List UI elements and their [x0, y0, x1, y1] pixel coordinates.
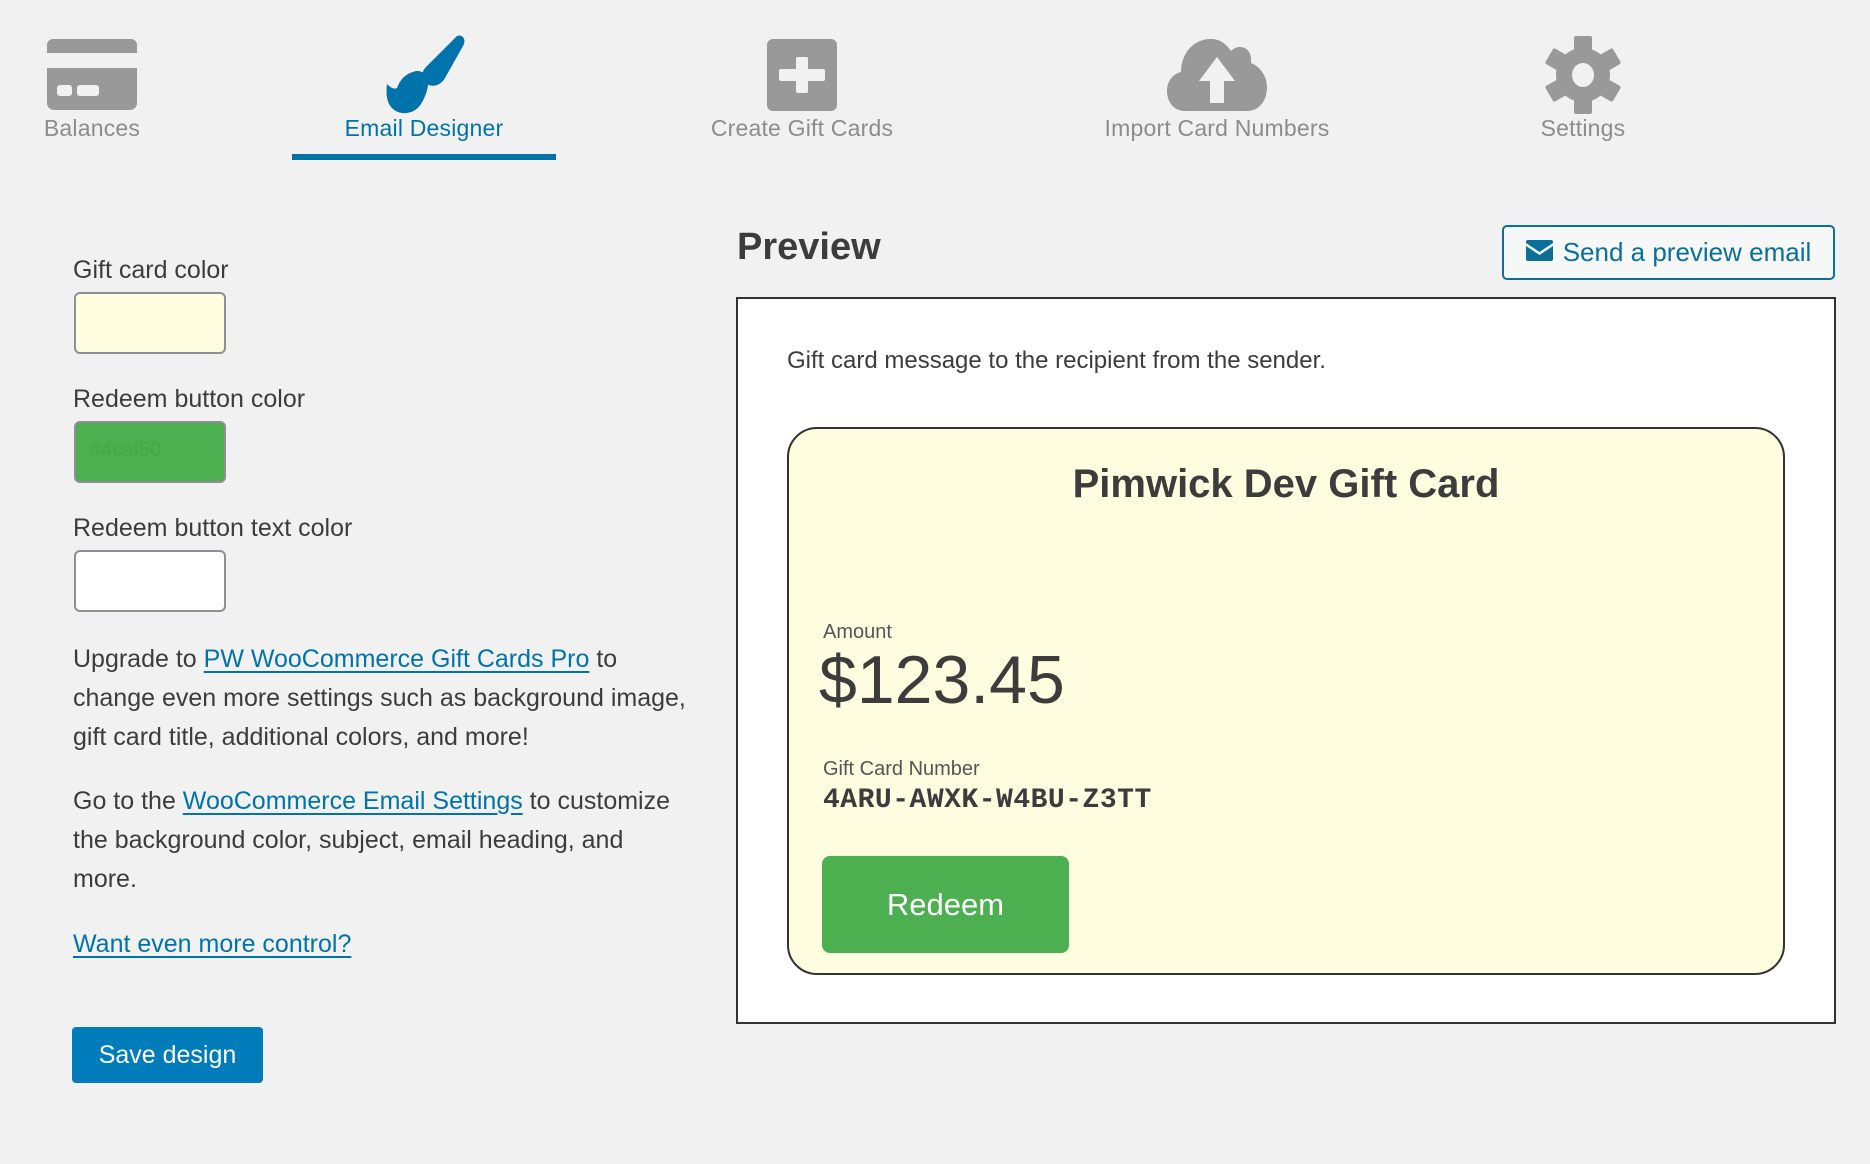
tab-label: Import Card Numbers: [1104, 115, 1330, 141]
color-value: #4caf50: [90, 439, 162, 461]
more-control: Want even more control?: [73, 925, 693, 964]
preview-heading: Preview: [737, 226, 881, 268]
redeem-button-text-color-picker[interactable]: #ffffff: [74, 550, 226, 612]
send-preview-label: Send a preview email: [1562, 237, 1812, 267]
plus-card-icon: [752, 34, 852, 116]
gift-card-number-label: Gift Card Number: [823, 758, 980, 780]
tab-create-gift-cards[interactable]: Create Gift Cards: [652, 30, 952, 170]
active-tab-indicator: [292, 154, 556, 160]
tab-label: Balances: [43, 115, 141, 141]
color-value: #fffde0: [90, 310, 151, 332]
redeem-button-color-label: Redeem button color: [73, 385, 306, 413]
tab-label: Email Designer: [344, 115, 504, 141]
envelope-icon: [1525, 237, 1553, 268]
gift-card-title: Pimwick Dev Gift Card: [1072, 462, 1500, 506]
cloud-upload-icon: [1167, 34, 1267, 116]
send-preview-email-button[interactable]: Send a preview email: [1502, 225, 1835, 280]
gift-card-color-picker[interactable]: #fffde0: [74, 292, 226, 354]
redeem-button-color-picker[interactable]: #4caf50: [74, 421, 226, 483]
email-settings-prefix: Go to the: [73, 787, 183, 815]
pro-upgrade-link[interactable]: PW WooCommerce Gift Cards Pro: [204, 645, 590, 673]
more-control-link[interactable]: Want even more control?: [73, 930, 351, 958]
email-settings-note: Go to the WooCommerce Email Settings to …: [73, 782, 673, 899]
redeem-button[interactable]: Redeem: [822, 856, 1069, 953]
tab-label: Create Gift Cards: [710, 115, 894, 141]
gear-icon: [1533, 34, 1633, 116]
email-settings-link[interactable]: WooCommerce Email Settings: [183, 787, 523, 815]
tab-label: Settings: [1540, 115, 1626, 141]
gift-card-number: 4ARU-AWXK-W4BU-Z3TT: [823, 785, 1152, 816]
upgrade-note: Upgrade to PW WooCommerce Gift Cards Pro…: [73, 640, 703, 757]
tab-email-designer[interactable]: Email Designer: [274, 30, 574, 170]
gift-card-message: Gift card message to the recipient from …: [787, 347, 1326, 374]
save-design-button[interactable]: Save design: [72, 1027, 263, 1083]
amount-value: $123.45: [819, 642, 1065, 718]
credit-card-icon: [42, 34, 142, 116]
gift-card-color-label: Gift card color: [73, 256, 229, 284]
tab-balances[interactable]: Balances: [0, 30, 242, 170]
redeem-button-text-color-label: Redeem button text color: [73, 514, 353, 542]
tab-import-card-numbers[interactable]: Import Card Numbers: [1067, 30, 1367, 170]
tab-settings[interactable]: Settings: [1433, 30, 1733, 170]
upgrade-prefix: Upgrade to: [73, 645, 204, 673]
color-value: #ffffff: [90, 568, 133, 590]
paintbrush-icon: [374, 34, 474, 116]
